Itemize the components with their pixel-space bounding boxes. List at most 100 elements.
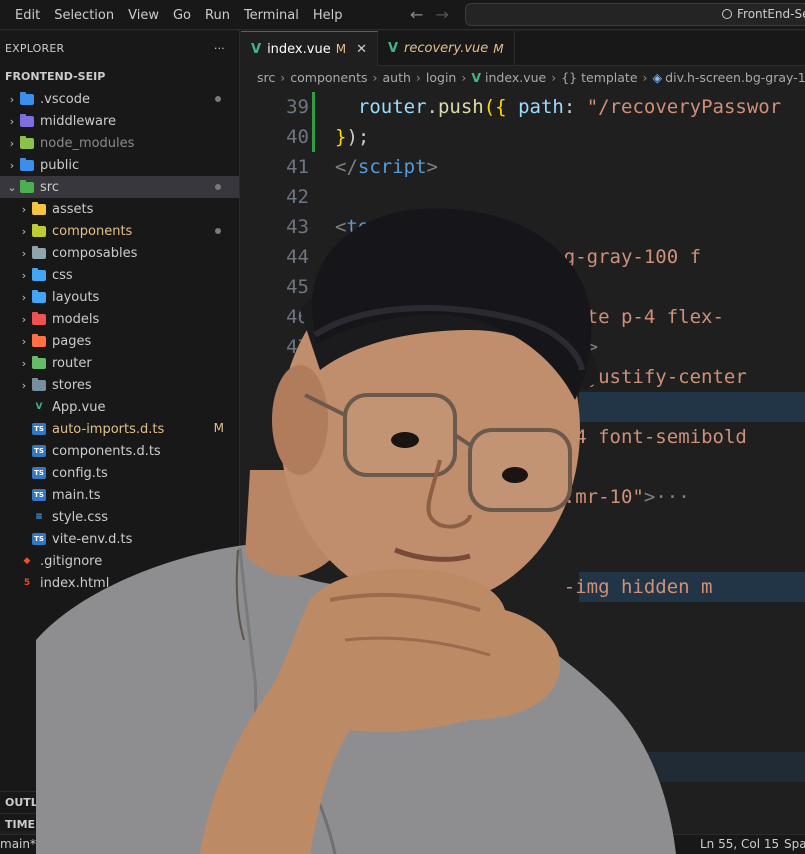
tree-item[interactable]: › stores bbox=[0, 374, 239, 396]
status-bar: main* Ln 55, Col 15 Spa bbox=[0, 834, 805, 854]
code-line: 39 router.push({ path: "/recoveryPasswor bbox=[241, 92, 805, 122]
line-number: 47 bbox=[286, 336, 309, 358]
tree-item[interactable]: › .vscode bbox=[0, 88, 239, 110]
close-icon[interactable]: ✕ bbox=[356, 42, 367, 57]
tree-item-label: .gitignore bbox=[40, 553, 103, 569]
code-token: ); bbox=[346, 126, 370, 148]
line-number: 49 bbox=[286, 396, 309, 418]
tab-label: index.vue bbox=[267, 41, 331, 57]
code-text: <templ bbox=[335, 212, 404, 242]
code-line: 43 <templ bbox=[241, 212, 805, 242]
tree-item[interactable]: V App.vue bbox=[0, 396, 239, 418]
menu-selection[interactable]: Selection bbox=[47, 8, 121, 23]
git-icon: ◆ bbox=[23, 556, 31, 566]
tree-item[interactable]: › public bbox=[0, 154, 239, 176]
cube-icon: ◈ bbox=[652, 69, 663, 85]
tree-item[interactable]: › node_modules bbox=[0, 132, 239, 154]
code-line: 47 full"> bbox=[241, 332, 805, 362]
cursor-position[interactable]: Ln 55, Col 15 bbox=[700, 837, 779, 851]
timeline-section[interactable]: TIMELINE bbox=[0, 813, 240, 835]
html-icon: 5 bbox=[23, 578, 31, 588]
breadcrumb-components[interactable]: components bbox=[290, 70, 367, 85]
breadcrumb-element[interactable]: div.h-screen.bg-gray-100 bbox=[665, 70, 805, 85]
breadcrumb-template[interactable]: {} template bbox=[561, 70, 637, 85]
tree-item[interactable]: TS main.ts bbox=[0, 484, 239, 506]
line-number: 52 bbox=[286, 486, 309, 508]
tree-item[interactable]: TS components.d.ts bbox=[0, 440, 239, 462]
workspace-root[interactable]: FRONTEND-SEIP bbox=[0, 66, 239, 88]
tree-item-label: App.vue bbox=[52, 399, 106, 415]
code-token: push bbox=[437, 96, 484, 118]
menu-view[interactable]: View bbox=[121, 8, 166, 23]
menu-go[interactable]: Go bbox=[166, 8, 198, 23]
breadcrumb-file[interactable]: index.vue bbox=[485, 70, 546, 85]
chevron-right-icon: › bbox=[280, 69, 286, 85]
code-text: full"> bbox=[335, 332, 598, 362]
tree-item[interactable]: TS auto-imports.d.ts M bbox=[0, 418, 239, 440]
tree-item-label: public bbox=[40, 157, 80, 173]
code-line: 46 g-white p-4 flex- bbox=[241, 302, 805, 332]
tab-recovery-vue[interactable]: V recovery.vue M bbox=[378, 31, 515, 66]
code-token: -img hidden m bbox=[335, 576, 713, 598]
tree-item[interactable]: › models bbox=[0, 308, 239, 330]
menu-run[interactable]: Run bbox=[198, 8, 237, 23]
indentation-indicator[interactable]: Spa bbox=[784, 837, 805, 851]
code-token: . bbox=[426, 96, 438, 118]
tree-item-label: pages bbox=[52, 333, 92, 349]
tab-label: recovery.vue bbox=[404, 41, 489, 56]
breadcrumb-src[interactable]: src bbox=[257, 70, 275, 85]
vue-icon: V bbox=[387, 41, 399, 56]
line-number: 40 bbox=[286, 126, 309, 148]
tree-item-label: index.html bbox=[40, 575, 110, 591]
command-center-search[interactable]: FrontEnd-Se bbox=[465, 3, 805, 26]
branch-indicator[interactable]: main* bbox=[0, 837, 36, 851]
models-folder-icon bbox=[32, 311, 46, 325]
vscode-folder-icon bbox=[20, 91, 34, 105]
tree-item[interactable]: TS vite-env.d.ts bbox=[0, 528, 239, 550]
code-text: lass="md:mr-10">··· bbox=[335, 482, 689, 512]
line-number: 54 bbox=[286, 546, 309, 568]
tree-item[interactable]: ⌄ src bbox=[0, 176, 239, 198]
chevron-right-icon: › bbox=[642, 69, 648, 85]
tree-item[interactable]: › layouts bbox=[0, 286, 239, 308]
tree-item[interactable]: ◆ .gitignore bbox=[0, 550, 239, 572]
tab-index-vue[interactable]: V index.vue M ✕ bbox=[241, 31, 378, 66]
tree-item[interactable]: › assets bbox=[0, 198, 239, 220]
tree-item-label: composables bbox=[52, 245, 138, 261]
tree-item[interactable]: TS config.ts bbox=[0, 462, 239, 484]
code-token: ss bbox=[335, 426, 519, 448]
tree-item[interactable]: › middleware bbox=[0, 110, 239, 132]
breadcrumb: src › components › auth › login › Vindex.vue… bbox=[241, 66, 805, 88]
more-actions-icon[interactable]: ··· bbox=[214, 42, 225, 55]
menu-edit[interactable]: Edit bbox=[0, 8, 47, 23]
typescript-icon: TS bbox=[32, 533, 46, 545]
breadcrumb-auth[interactable]: auth bbox=[382, 70, 410, 85]
back-arrow-icon[interactable]: ← bbox=[410, 5, 423, 24]
menu-help[interactable]: Help bbox=[306, 8, 350, 23]
tree-item[interactable]: › css bbox=[0, 264, 239, 286]
code-text: g-white p-4 flex- bbox=[335, 302, 723, 332]
menu-terminal[interactable]: Terminal bbox=[237, 8, 306, 23]
breadcrumb-login[interactable]: login bbox=[426, 70, 456, 85]
tree-item[interactable]: › components bbox=[0, 220, 239, 242]
chevron-right-icon: › bbox=[21, 290, 27, 304]
chevron-right-icon: › bbox=[461, 69, 467, 85]
chevron-right-icon: › bbox=[21, 246, 27, 260]
menu-bar: Edit Selection View Go Run Terminal Help bbox=[0, 0, 350, 30]
code-line: 41 </script> bbox=[241, 152, 805, 182]
code-line: 55 -img hidden m bbox=[241, 572, 805, 602]
tree-item[interactable]: › router bbox=[0, 352, 239, 374]
code-token: = bbox=[518, 426, 541, 448]
code-line: 45 bbox=[241, 272, 805, 302]
tree-item[interactable]: › composables bbox=[0, 242, 239, 264]
explorer-title: EXPLORER bbox=[5, 42, 65, 55]
outline-section[interactable]: OUTLINE bbox=[0, 791, 240, 813]
forward-arrow-icon[interactable]: → bbox=[435, 5, 448, 24]
tree-item[interactable]: ≡ style.css bbox=[0, 506, 239, 528]
line-number: 39 bbox=[286, 96, 309, 118]
code-token: > bbox=[643, 486, 656, 508]
tree-item[interactable]: › pages bbox=[0, 330, 239, 352]
code-editor[interactable]: 39 router.push({ path: "/recoveryPasswor… bbox=[241, 88, 805, 831]
code-token: ■ bbox=[540, 246, 553, 268]
tree-item[interactable]: 5 index.html bbox=[0, 572, 239, 594]
